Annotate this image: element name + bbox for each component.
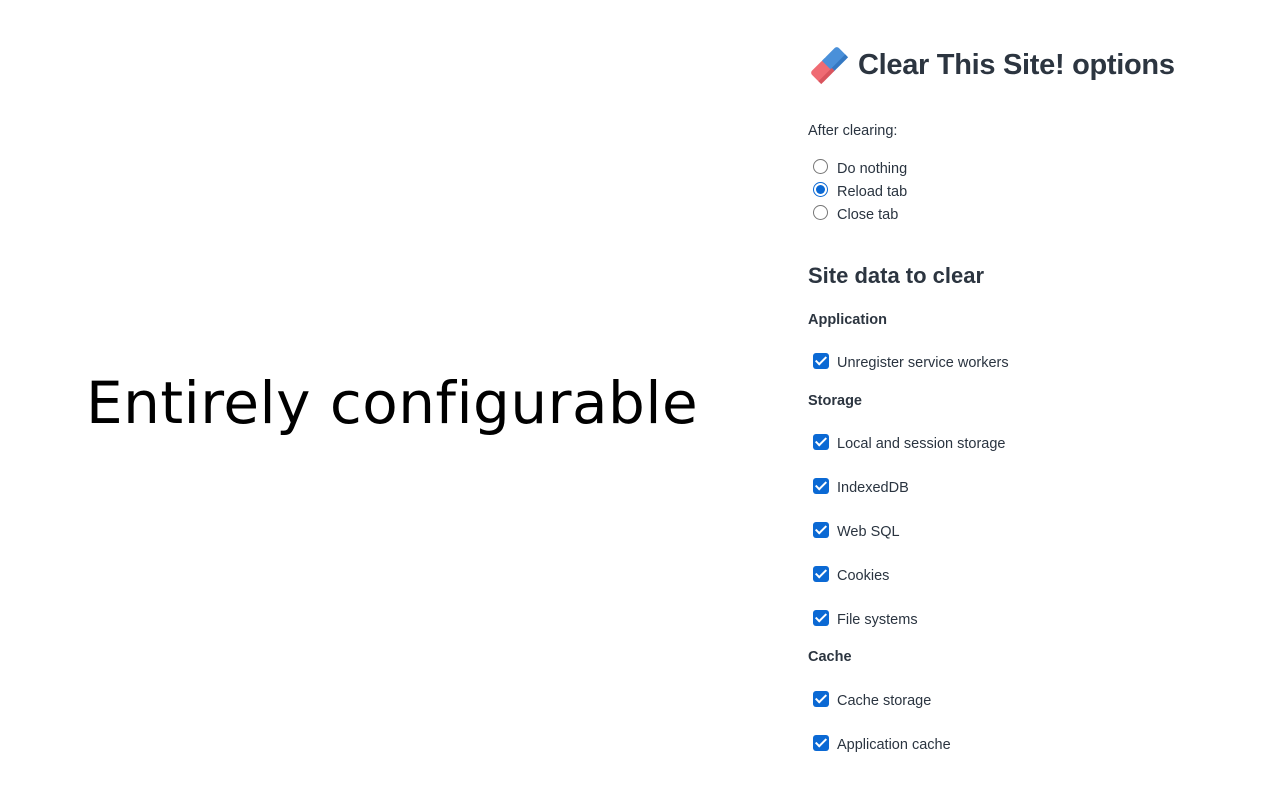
options-header: Clear This Site! options: [808, 40, 1248, 90]
radio-label: Reload tab: [837, 183, 908, 200]
checkbox[interactable]: [813, 735, 829, 751]
radio-button[interactable]: [813, 159, 828, 174]
checkbox-label: Cookies: [837, 568, 890, 584]
checkbox[interactable]: [813, 353, 829, 369]
radio-option-do-nothing[interactable]: Do nothing: [813, 157, 907, 180]
radio-label: Do nothing: [837, 160, 908, 177]
after-clearing-radio-group: Do nothing Reload tab Close tab: [813, 157, 907, 226]
radio-option-close-tab[interactable]: Close tab: [813, 203, 907, 226]
checkbox-label: Cache storage: [837, 693, 932, 709]
checkbox-web-sql[interactable]: Web SQL: [813, 521, 900, 543]
options-panel: Clear This Site! options After clearing:…: [808, 40, 1248, 753]
checkbox-label: Unregister service workers: [837, 355, 1009, 371]
checkbox-unregister-service-workers[interactable]: Unregister service workers: [813, 352, 1009, 374]
radio-option-reload-tab[interactable]: Reload tab: [813, 180, 907, 203]
checkbox-indexeddb[interactable]: IndexedDB: [813, 477, 909, 499]
eraser-icon: [808, 44, 850, 86]
checkbox-label: IndexedDB: [837, 480, 909, 496]
radio-button[interactable]: [813, 205, 828, 220]
after-clearing-label: After clearing:: [808, 123, 898, 139]
checkbox-file-systems[interactable]: File systems: [813, 609, 918, 631]
checkbox-application-cache[interactable]: Application cache: [813, 734, 951, 756]
site-data-heading: Site data to clear: [808, 263, 985, 288]
promo-tagline: Entirely configurable: [86, 369, 699, 437]
group-heading-storage: Storage: [808, 393, 862, 409]
checkbox-cache-storage[interactable]: Cache storage: [813, 690, 931, 712]
checkbox-label: Local and session storage: [837, 436, 1006, 452]
checkbox-label: Application cache: [837, 737, 951, 753]
checkbox-label: File systems: [837, 612, 918, 628]
checkbox[interactable]: [813, 610, 829, 626]
checkbox[interactable]: [813, 566, 829, 582]
checkbox[interactable]: [813, 434, 829, 450]
checkbox[interactable]: [813, 691, 829, 707]
radio-label: Close tab: [837, 206, 899, 223]
checkbox[interactable]: [813, 522, 829, 538]
checkbox-label: Web SQL: [837, 524, 900, 540]
group-heading-cache: Cache: [808, 649, 852, 665]
page: Entirely configurable Clear This Site! o…: [0, 0, 1280, 800]
radio-button-selected[interactable]: [813, 182, 828, 197]
checkbox-cookies[interactable]: Cookies: [813, 565, 889, 587]
options-title: Clear This Site! options: [858, 48, 1175, 81]
group-heading-application: Application: [808, 312, 887, 328]
checkbox-local-session-storage[interactable]: Local and session storage: [813, 433, 1005, 455]
checkbox[interactable]: [813, 478, 829, 494]
